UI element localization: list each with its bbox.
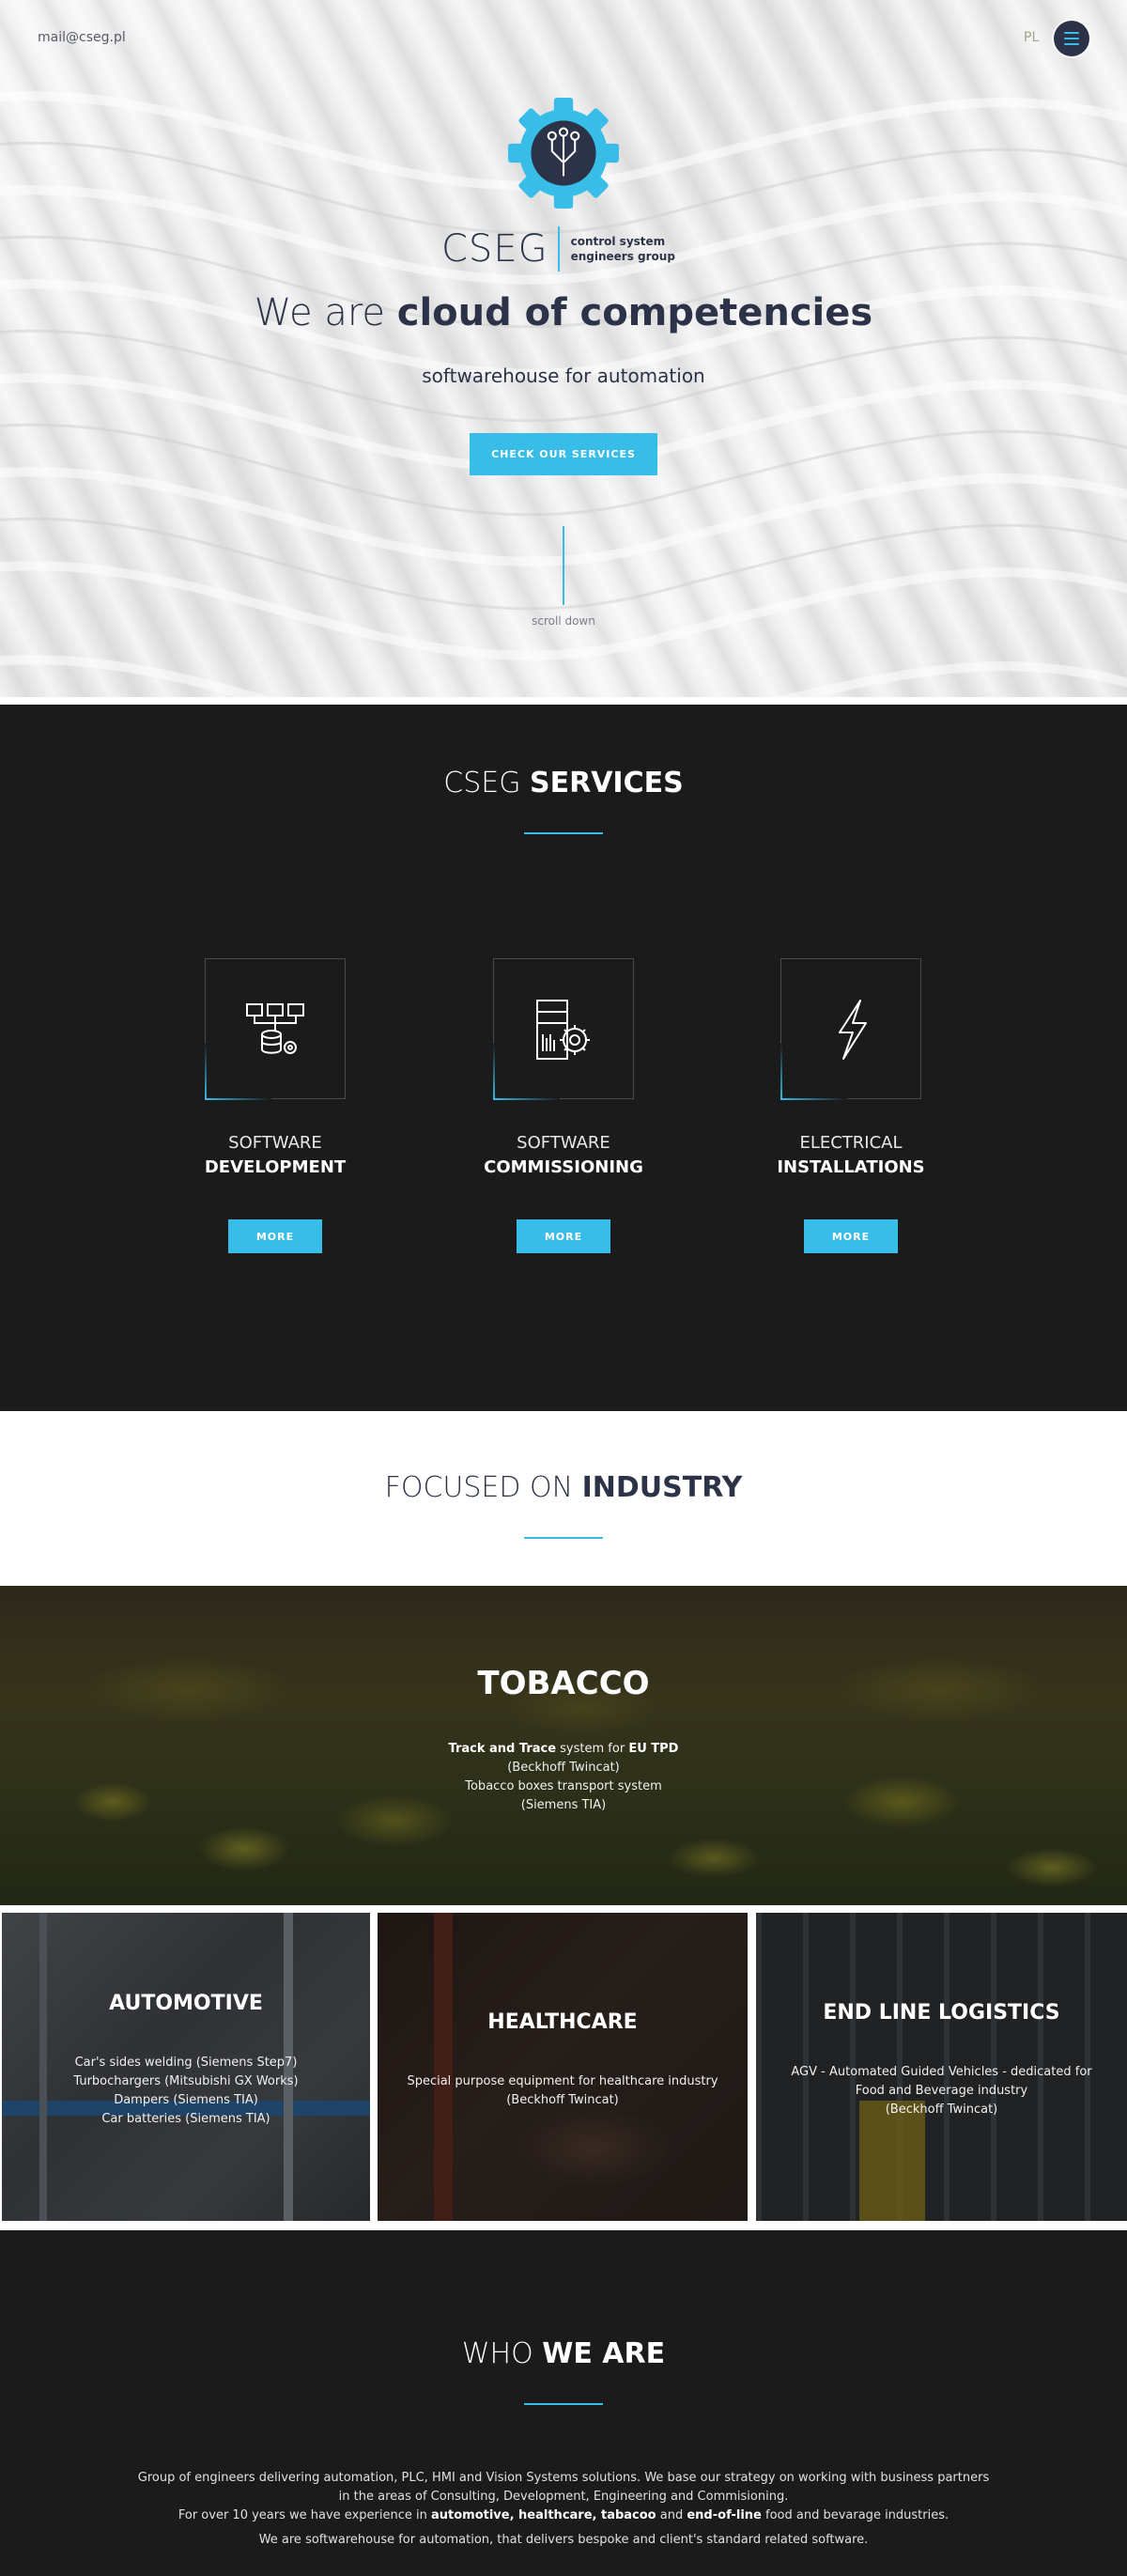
check-services-button[interactable]: CHECK OUR SERVICES [470,433,657,475]
hero-subtitle: softwarehouse for automation [422,365,705,387]
service-title-line1: ELECTRICAL [799,1133,903,1153]
industry-title-healthcare: HEALTHCARE [487,2010,638,2034]
lightning-icon [839,1000,867,1060]
industry-title-tobacco: TOBACCO [477,1665,650,1702]
brand-logo: CSEG control system engineers group [441,225,675,272]
services-title: CSEG SERVICES [443,767,684,799]
industry-title-automotive: AUTOMOTIVE [109,1992,263,2015]
title-underline [524,1537,603,1539]
hamburger-icon [1064,32,1079,34]
service-icon-frame [205,958,346,1100]
brand-name: CSEG [441,227,548,271]
service-title-line1: SOFTWARE [517,1133,610,1153]
service-title-line2: INSTALLATIONS [777,1157,925,1177]
hero-section: mail@cseg.pl PL CSEG control system engi… [0,0,1127,697]
industry-section-header: FOCUSED ON INDUSTRY [0,1411,1127,1586]
industry-description-tobacco: Track and Trace system for EU TPD (Beckh… [448,1742,679,1812]
industry-title-logistics: END LINE LOGISTICS [823,2001,1060,2025]
more-button-software-development[interactable]: MORE [228,1219,322,1253]
service-card-software-development: SOFTWARE DEVELOPMENT MORE [177,958,374,1253]
title-underline [524,832,603,834]
cseg-gear-logo-icon [508,98,619,209]
language-switch[interactable]: PL [1024,30,1039,45]
hero-title: We are cloud of competencies [254,291,873,334]
more-button-software-commissioning[interactable]: MORE [517,1219,610,1253]
industry-card-tobacco[interactable]: TOBACCO Track and Trace system for EU TP… [0,1586,1127,1905]
industry-description-automotive: Car's sides welding (Siemens Step7) Turb… [73,2056,299,2126]
service-icon-frame [780,958,921,1100]
network-database-icon [246,1003,304,1054]
industry-card-end-line-logistics[interactable]: END LINE LOGISTICS AGV - Automated Guide… [756,1913,1127,2221]
server-gear-icon [536,1000,590,1060]
service-title-line2: DEVELOPMENT [204,1157,347,1177]
who-we-are-section: WHO WE ARE Group of engineers delivering… [0,2230,1127,2576]
title-underline [524,2403,603,2405]
scroll-down-label[interactable]: scroll down [0,614,1127,628]
industry-description-logistics: AGV - Automated Guided Vehicles - dedica… [791,2065,1092,2117]
services-section: CSEG SERVICES SOFTWARE DEVELOPMENT MORE [0,705,1127,1411]
scroll-indicator-line [563,526,564,605]
who-we-are-description: Group of engineers delivering automation… [137,2471,990,2522]
industry-description-healthcare: Special purpose equipment for healthcare… [407,2074,718,2107]
industry-card-automotive[interactable]: AUTOMOTIVE Car's sides welding (Siemens … [2,1913,370,2221]
more-button-electrical-installations[interactable]: MORE [804,1219,898,1253]
service-title-line1: SOFTWARE [228,1133,322,1153]
brand-tagline: control system engineers group [570,235,675,263]
service-title-line2: COMMISSIONING [484,1157,643,1177]
who-we-are-title: WHO WE ARE [461,2337,666,2370]
service-icon-frame [493,958,634,1100]
service-card-software-commissioning: SOFTWARE COMMISSIONING MORE [465,958,662,1253]
who-we-are-summary: We are softwarehouse for automation, tha… [258,2533,869,2547]
industry-title: FOCUSED ON INDUSTRY [384,1471,743,1504]
email-link[interactable]: mail@cseg.pl [38,30,126,45]
service-card-electrical-installations: ELECTRICAL INSTALLATIONS MORE [752,958,949,1253]
menu-button[interactable] [1054,21,1089,56]
brand-divider [557,226,560,272]
industry-card-healthcare[interactable]: HEALTHCARE Special purpose equipment for… [378,1913,748,2221]
